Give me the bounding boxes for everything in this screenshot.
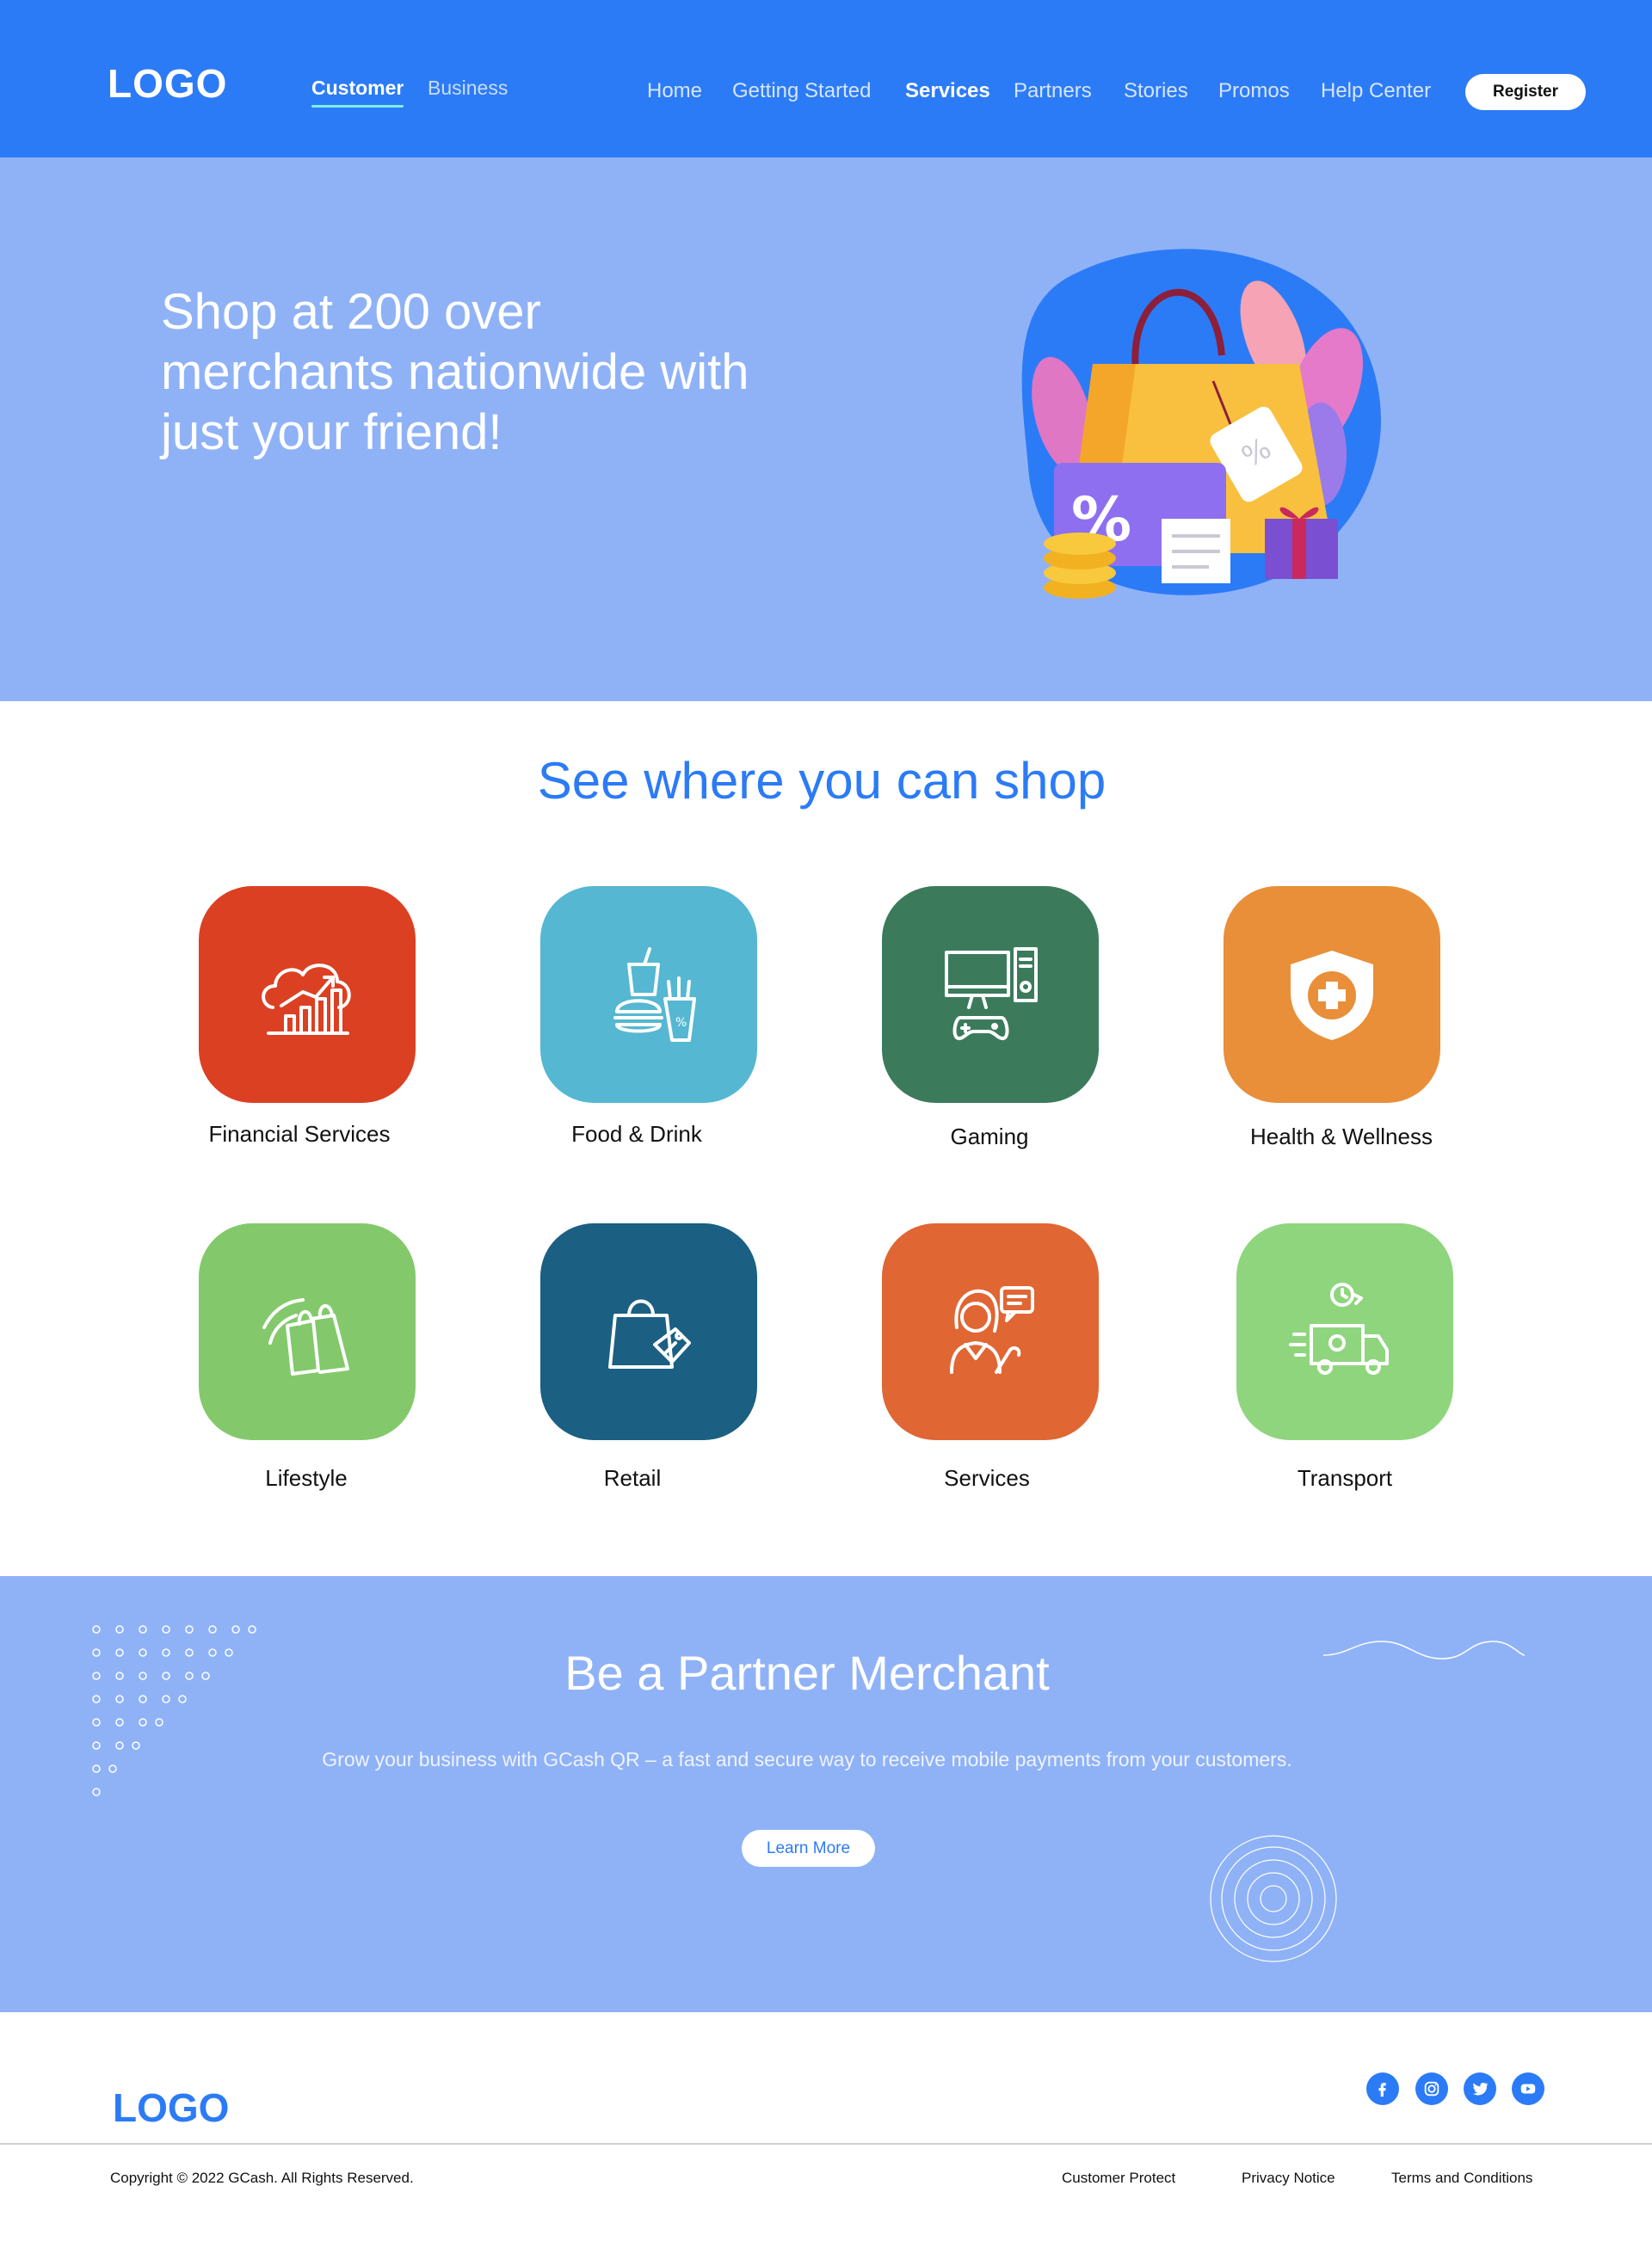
twitter-icon[interactable]: [1464, 2072, 1496, 2105]
terms-and-conditions-link[interactable]: Terms and Conditions: [1391, 2170, 1532, 2187]
learn-more-button[interactable]: Learn More: [742, 1830, 875, 1867]
category-label: Retail: [603, 1465, 662, 1491]
footer-divider: [0, 2143, 1652, 2145]
category-financial-services[interactable]: [199, 886, 416, 1103]
financial-growth-icon: [262, 964, 351, 1035]
delivery-truck-icon: [1289, 1283, 1389, 1375]
nav-promos[interactable]: Promos: [1218, 79, 1290, 103]
category-food-drink[interactable]: %: [540, 886, 757, 1103]
nav-partners[interactable]: Partners: [1014, 79, 1092, 103]
copyright-text: Copyright © 2022 GCash. All Rights Reser…: [110, 2170, 414, 2186]
hero-title: Shop at 200 over merchants nationwide wi…: [161, 284, 749, 460]
category-lifestyle[interactable]: [199, 1223, 416, 1440]
category-health-wellness[interactable]: [1224, 886, 1440, 1103]
privacy-notice-link[interactable]: Privacy Notice: [1242, 2170, 1335, 2187]
health-shield-icon: [1291, 951, 1373, 1040]
category-retail[interactable]: [540, 1223, 757, 1440]
shopping-bag-illustration: % %: [1021, 249, 1381, 599]
partner-description: Grow your business with GCash QR – a fas…: [322, 1748, 1292, 1770]
nav-stories[interactable]: Stories: [1124, 79, 1188, 103]
customer-service-icon: [950, 1286, 1034, 1374]
partner-title: Be a Partner Merchant: [564, 1646, 1050, 1700]
categories-title: See where you can shop: [537, 752, 1106, 810]
svg-text:%: %: [675, 1016, 687, 1030]
category-label: Health & Wellness: [1250, 1124, 1433, 1149]
category-label: Food & Drink: [571, 1121, 702, 1147]
header-logo[interactable]: LOGO: [108, 60, 227, 107]
nav-services[interactable]: Services: [905, 79, 990, 103]
register-button[interactable]: Register: [1465, 74, 1586, 110]
customer-protect-link[interactable]: Customer Protect: [1062, 2170, 1175, 2187]
segment-customer-tab[interactable]: Customer: [311, 77, 404, 108]
hero-banner: Shop at 200 over merchants nationwide wi…: [0, 157, 1652, 701]
category-label: Lifestyle: [265, 1465, 348, 1491]
site-header: LOGO Customer Business Home Getting Star…: [0, 0, 1652, 157]
category-transport[interactable]: [1236, 1223, 1453, 1440]
fast-food-icon: %: [613, 947, 696, 1042]
shopping-bags-icon: [262, 1298, 349, 1376]
nav-help-center[interactable]: Help Center: [1321, 79, 1431, 103]
category-gaming[interactable]: [882, 886, 1099, 1103]
instagram-icon[interactable]: [1415, 2072, 1448, 2105]
category-label: Financial Services: [208, 1121, 391, 1147]
segment-business-tab[interactable]: Business: [428, 77, 508, 100]
youtube-icon[interactable]: [1512, 2072, 1544, 2105]
gaming-computer-icon: [945, 947, 1038, 1041]
category-services[interactable]: [882, 1223, 1099, 1440]
nav-home[interactable]: Home: [647, 79, 702, 103]
nav-getting-started[interactable]: Getting Started: [732, 79, 871, 103]
footer-logo[interactable]: LOGO: [113, 2084, 229, 2131]
category-label: Transport: [1297, 1465, 1393, 1491]
retail-bag-tag-icon: [608, 1299, 691, 1369]
concentric-circles-decoration: [1210, 1835, 1337, 1962]
partner-merchant-section: Be a Partner Merchant Grow your business…: [0, 1576, 1652, 2012]
facebook-icon[interactable]: [1366, 2072, 1399, 2105]
category-label: Gaming: [950, 1124, 1029, 1149]
category-label: Services: [944, 1465, 1030, 1491]
